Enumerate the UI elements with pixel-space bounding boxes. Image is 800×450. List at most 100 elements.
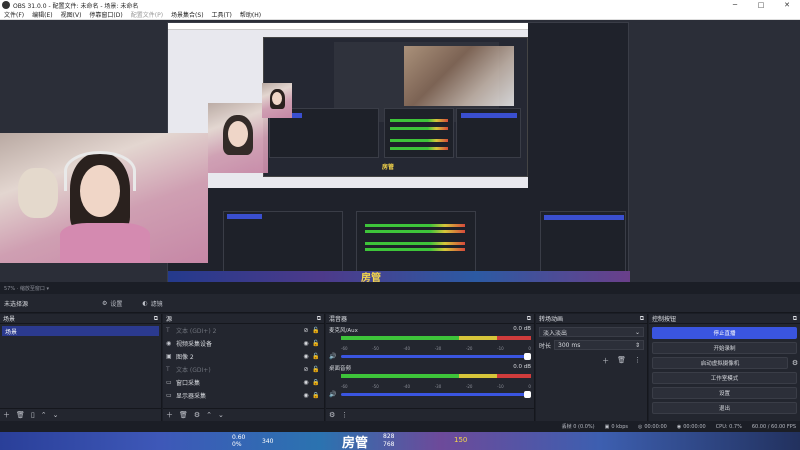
chevron-up-icon[interactable]: ⌃	[41, 411, 47, 419]
mixer-title: 混音器 ⧉	[326, 314, 534, 324]
source-name: 图像 2	[176, 354, 194, 361]
fps-readout: 60.00 / 60.00 FPS	[751, 423, 796, 430]
transitions-dock: 转场动画 ⧉ 淡入淡出 ⌄ 时长 300 ms ⇕ ＋ 🗑 ⋮	[536, 314, 648, 421]
track-db: 0.0 dB	[513, 326, 531, 332]
broadcast-icon: ◎	[638, 423, 643, 430]
gear-icon[interactable]: ⚙	[194, 411, 200, 419]
transition-select[interactable]: 淡入淡出 ⌄	[539, 327, 644, 337]
network-icon: ▣	[604, 423, 610, 430]
menu-tools[interactable]: 工具(T)	[208, 10, 236, 19]
menu-profile[interactable]: 配置文件(P)	[127, 10, 167, 19]
stat-b: 0%	[232, 441, 242, 448]
window-title: OBS 31.0.0 - 配置文件: 未命名 - 场景: 未命名	[13, 2, 139, 10]
exit-button[interactable]: 退出	[652, 402, 797, 414]
speaker-icon[interactable]: 🔊	[329, 353, 338, 360]
dock-menu-icon[interactable]: ⧉	[527, 315, 531, 323]
chevron-up-icon[interactable]: ⌃	[206, 411, 212, 419]
unlock-icon[interactable]: 🔓	[311, 366, 321, 373]
mixer-track: 麦克风/Aux 0.0 dB -60 -50 -40 -30 -20 -10 0 🔊	[326, 324, 534, 360]
preview-canvas[interactable]: 房管 房管	[0, 20, 800, 282]
spinner-icon[interactable]: ⇕	[635, 342, 640, 349]
eye-icon[interactable]: ◉	[301, 379, 311, 386]
stop-streaming-button[interactable]: 停止直播	[652, 327, 797, 339]
more-icon[interactable]: ⋮	[634, 356, 641, 366]
menu-docks[interactable]: 停靠窗口(D)	[85, 10, 126, 19]
lock-icon[interactable]: 🔒	[311, 392, 321, 399]
add-icon[interactable]: ＋	[602, 356, 609, 366]
duration-input[interactable]: 300 ms ⇕	[554, 340, 644, 350]
source-row[interactable]: T 文本 (GDI+) ⊘ 🔓	[163, 363, 324, 376]
menu-view[interactable]: 视图(V)	[57, 10, 86, 19]
bitrate-value: 0 kbps	[611, 423, 628, 430]
filter-icon[interactable]: ▯	[31, 411, 35, 419]
chevron-down-icon[interactable]: ⌄	[53, 411, 59, 419]
menu-file[interactable]: 文件(F)	[0, 10, 28, 19]
overlay-title: 房管	[342, 436, 369, 450]
trash-icon[interactable]: 🗑	[179, 411, 188, 419]
slider-handle[interactable]	[524, 391, 531, 398]
dock-menu-icon[interactable]: ⧉	[640, 315, 644, 323]
eye-icon[interactable]: ◉	[301, 353, 311, 360]
eye-slash-icon[interactable]: ⊘	[301, 366, 311, 373]
add-icon[interactable]: ＋	[166, 410, 173, 420]
stream-time: ◎ 00:00:00	[638, 424, 667, 430]
text-icon: T	[166, 366, 170, 373]
source-row[interactable]: T 文本 (GDI+) 2 ⊘ 🔓	[163, 324, 324, 337]
menu-help[interactable]: 帮助(H)	[236, 10, 265, 19]
volume-slider[interactable]	[341, 391, 531, 398]
gear-icon[interactable]: ⚙	[329, 411, 335, 419]
scenes-title: 场景 ⧉	[0, 314, 161, 324]
unlock-icon[interactable]: 🔓	[311, 327, 321, 334]
source-row[interactable]: ▣ 图像 2 ◉ 🔓	[163, 350, 324, 363]
chevron-down-icon: ⌄	[634, 328, 640, 336]
source-row[interactable]: ◉ 视频采集设备 ◉ 🔓	[163, 337, 324, 350]
scene-item[interactable]: 场景	[2, 326, 159, 336]
mirror-sources-panel	[223, 211, 343, 273]
track-name: 桌面音频	[329, 366, 352, 372]
eye-slash-icon[interactable]: ⊘	[301, 327, 311, 334]
chevron-down-icon[interactable]: ⌄	[218, 411, 224, 419]
properties-button[interactable]: ⚙ 设置	[94, 297, 130, 309]
minimize-button[interactable]: ─	[722, 1, 748, 9]
stat-a: 0.60	[232, 434, 246, 441]
slider-handle[interactable]	[524, 353, 531, 360]
source-row[interactable]: ▭ 显示器采集 ◉ 🔒	[163, 389, 324, 402]
preview-zoom-status[interactable]: 57% · 缩放至窗口 ▾	[0, 282, 800, 294]
sources-title-text: 源	[166, 316, 173, 323]
dock-menu-icon[interactable]: ⧉	[154, 315, 158, 323]
studio-mode-button[interactable]: 工作室模式	[652, 372, 797, 384]
volume-slider[interactable]	[341, 353, 531, 360]
lock-icon[interactable]: 🔒	[311, 379, 321, 386]
webcam-feed-nested	[208, 103, 268, 173]
overlay-tag-text: 房管	[361, 273, 381, 282]
transitions-title-text: 转场动画	[539, 316, 564, 323]
eye-icon[interactable]: ◉	[301, 392, 311, 399]
game-overlay-strip: 0.60 0% 340 房管 828 768 150	[0, 432, 800, 450]
menu-scene-collection[interactable]: 场景集合(S)	[167, 10, 208, 19]
webcam-feed	[0, 133, 208, 263]
sources-title: 源 ⧉	[163, 314, 324, 324]
more-icon[interactable]: ⋮	[341, 411, 348, 419]
dock-menu-icon[interactable]: ⧉	[317, 315, 321, 323]
dock-menu-icon[interactable]: ⧉	[793, 315, 797, 323]
trash-icon[interactable]: 🗑	[16, 411, 25, 419]
meter-scale: -60 -50 -40 -30 -20 -10 0	[341, 346, 531, 351]
unlock-icon[interactable]: 🔓	[311, 353, 321, 360]
menu-bar: 文件(F) 编辑(E) 视图(V) 停靠窗口(D) 配置文件(P) 场景集合(S…	[0, 10, 800, 20]
start-virtual-camera-button[interactable]: 启动虚拟摄像机	[652, 357, 788, 369]
settings-button[interactable]: 设置	[652, 387, 797, 399]
speaker-icon[interactable]: 🔊	[329, 391, 338, 398]
meter-scale: -60 -50 -40 -30 -20 -10 0	[341, 384, 531, 389]
start-recording-button[interactable]: 开始录制	[652, 342, 797, 354]
gear-icon[interactable]: ⚙	[790, 359, 800, 367]
trash-icon[interactable]: 🗑	[617, 356, 626, 366]
filters-button[interactable]: ◐ 滤镜	[134, 297, 170, 309]
source-row[interactable]: ▭ 窗口采集 ◉ 🔒	[163, 376, 324, 389]
transitions-title: 转场动画 ⧉	[536, 314, 647, 324]
unlock-icon[interactable]: 🔓	[311, 340, 321, 347]
add-icon[interactable]: ＋	[3, 410, 10, 420]
menu-edit[interactable]: 编辑(E)	[28, 10, 56, 19]
eye-icon[interactable]: ◉	[301, 340, 311, 347]
close-button[interactable]: ✕	[774, 1, 800, 9]
maximize-button[interactable]: □	[748, 1, 774, 9]
